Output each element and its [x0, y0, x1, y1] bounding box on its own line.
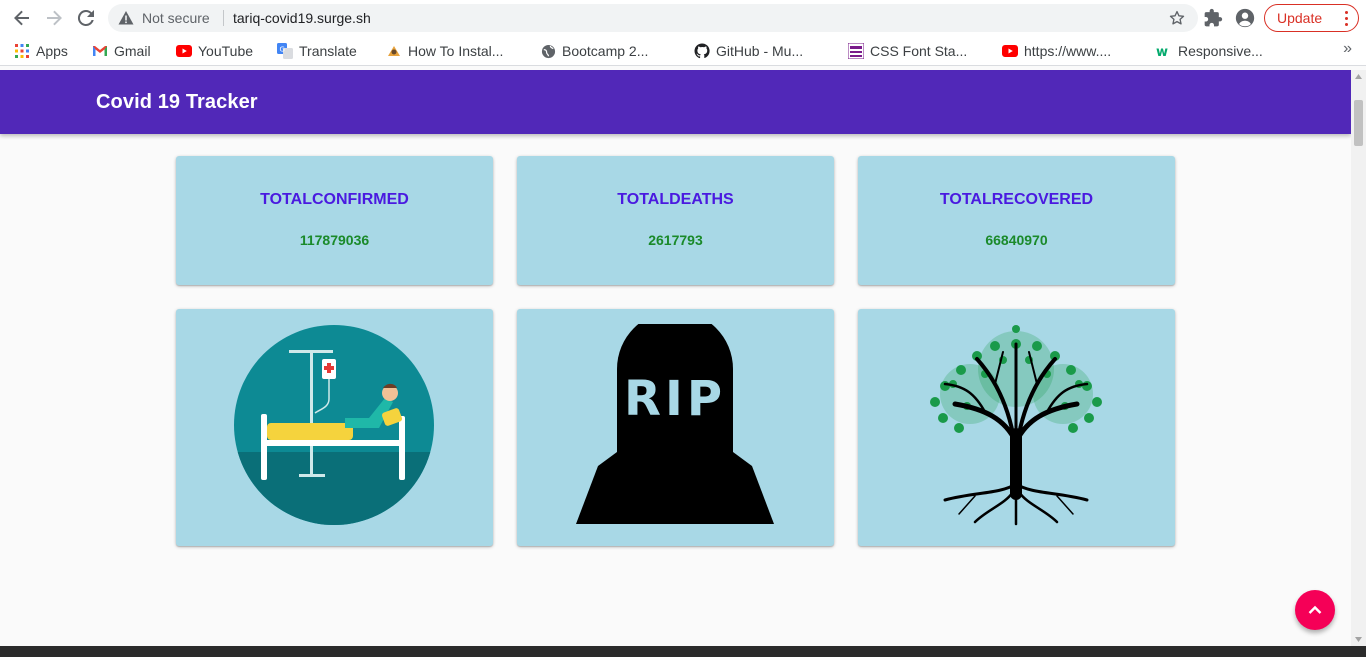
- bookmark-label: CSS Font Sta...: [870, 43, 968, 59]
- forward-button[interactable]: [42, 6, 66, 30]
- globe-icon: [540, 43, 556, 59]
- scrollbar-thumb[interactable]: [1354, 100, 1363, 146]
- bookmark-youtube[interactable]: YouTube: [176, 41, 253, 61]
- apps-grid-icon: [14, 43, 30, 59]
- stat-value: 66840970: [985, 232, 1048, 248]
- update-button-label: Update: [1277, 10, 1323, 26]
- github-icon: [694, 43, 710, 59]
- bookmark-star-icon[interactable]: [1168, 9, 1186, 27]
- bookmark-how-to-install[interactable]: How To Instal...: [386, 41, 503, 61]
- profile-avatar-icon[interactable]: [1234, 7, 1256, 29]
- bookmark-label: Apps: [36, 43, 68, 59]
- stat-value: 117879036: [299, 232, 370, 248]
- back-button[interactable]: [10, 6, 34, 30]
- bookmark-label: GitHub - Mu...: [716, 43, 804, 59]
- bookmark-gmail[interactable]: Gmail: [92, 41, 151, 61]
- scroll-to-top-button[interactable]: [1295, 590, 1335, 630]
- svg-text:G: G: [280, 46, 285, 54]
- stat-card-deaths: TOTALDEATHS 2617793: [517, 156, 834, 285]
- scroll-down-arrow-icon[interactable]: [1355, 637, 1362, 642]
- security-status: Not secure: [142, 10, 210, 26]
- stat-label: TOTALRECOVERED: [939, 191, 1094, 208]
- image-card-recovered: [858, 309, 1175, 546]
- browser-toolbar: Not secure tariq-covid19.surge.sh Update: [0, 0, 1366, 36]
- stat-card-recovered: TOTALRECOVERED 66840970: [858, 156, 1175, 285]
- reload-button[interactable]: [74, 6, 98, 30]
- bookmark-https-www[interactable]: https://www....: [1002, 41, 1111, 61]
- hospital-patient-illustration: [234, 325, 434, 525]
- reload-icon: [77, 9, 94, 26]
- svg-text:RIP: RIP: [624, 371, 726, 427]
- page-content: Covid 19 Tracker TOTALCONFIRMED 11787903…: [0, 70, 1351, 646]
- update-button[interactable]: Update: [1264, 4, 1359, 32]
- warning-triangle-icon: [118, 11, 134, 25]
- rip-tombstone-illustration: RIP: [576, 324, 774, 524]
- bookmark-css-font-stack[interactable]: CSS Font Sta...: [848, 41, 967, 61]
- image-card-confirmed: [176, 309, 493, 546]
- svg-text:w: w: [1156, 45, 1168, 59]
- bookmark-responsive[interactable]: w Responsive...: [1156, 41, 1263, 61]
- youtube-icon: [176, 43, 192, 59]
- stat-label: TOTALDEATHS: [617, 191, 734, 208]
- stat-label: TOTALCONFIRMED: [260, 191, 409, 208]
- app-bar: Covid 19 Tracker: [0, 70, 1351, 134]
- page-scrollbar[interactable]: [1351, 70, 1366, 646]
- bookmark-label: Bootcamp 2...: [562, 43, 649, 59]
- bookmark-label: Responsive...: [1178, 43, 1263, 59]
- bookmark-label: YouTube: [198, 43, 254, 59]
- bookmark-label: How To Instal...: [408, 43, 504, 59]
- app-title: Covid 19 Tracker: [96, 91, 258, 113]
- css-font-stack-icon: [848, 43, 864, 59]
- youtube-icon: [1002, 43, 1018, 59]
- kebab-menu-icon: [1345, 11, 1349, 26]
- back-arrow-icon: [14, 10, 29, 26]
- address-divider: [223, 10, 224, 26]
- image-card-deaths: RIP: [517, 309, 834, 546]
- bookmark-bootcamp[interactable]: Bootcamp 2...: [540, 41, 648, 61]
- translate-icon: G: [277, 43, 293, 59]
- stat-value: 2617793: [648, 232, 703, 248]
- url-text[interactable]: tariq-covid19.surge.sh: [233, 10, 371, 26]
- chevron-up-icon: [1308, 605, 1322, 614]
- bookmark-label: Gmail: [114, 43, 151, 59]
- more-bookmarks-chevron-icon[interactable]: »: [1343, 40, 1352, 58]
- gmail-icon: [92, 43, 108, 59]
- stat-card-confirmed: TOTALCONFIRMED 117879036: [176, 156, 493, 285]
- os-taskbar: [0, 646, 1366, 657]
- extensions-puzzle-icon[interactable]: [1203, 8, 1223, 28]
- bookmark-translate[interactable]: G Translate: [277, 41, 357, 61]
- bookmark-label: Translate: [299, 43, 357, 59]
- w3schools-icon: w: [1156, 43, 1172, 59]
- bookmark-label: https://www....: [1024, 43, 1112, 59]
- site-icon: [386, 43, 402, 59]
- address-bar[interactable]: Not secure tariq-covid19.surge.sh: [108, 4, 1198, 32]
- bookmark-github[interactable]: GitHub - Mu...: [694, 41, 803, 61]
- bookmarks-bar: Apps Gmail YouTube G Translate How To In…: [0, 36, 1366, 66]
- tree-illustration: [930, 325, 1102, 526]
- forward-arrow-icon: [47, 10, 62, 26]
- scroll-up-arrow-icon[interactable]: [1355, 74, 1362, 79]
- bookmark-apps[interactable]: Apps: [14, 41, 68, 61]
